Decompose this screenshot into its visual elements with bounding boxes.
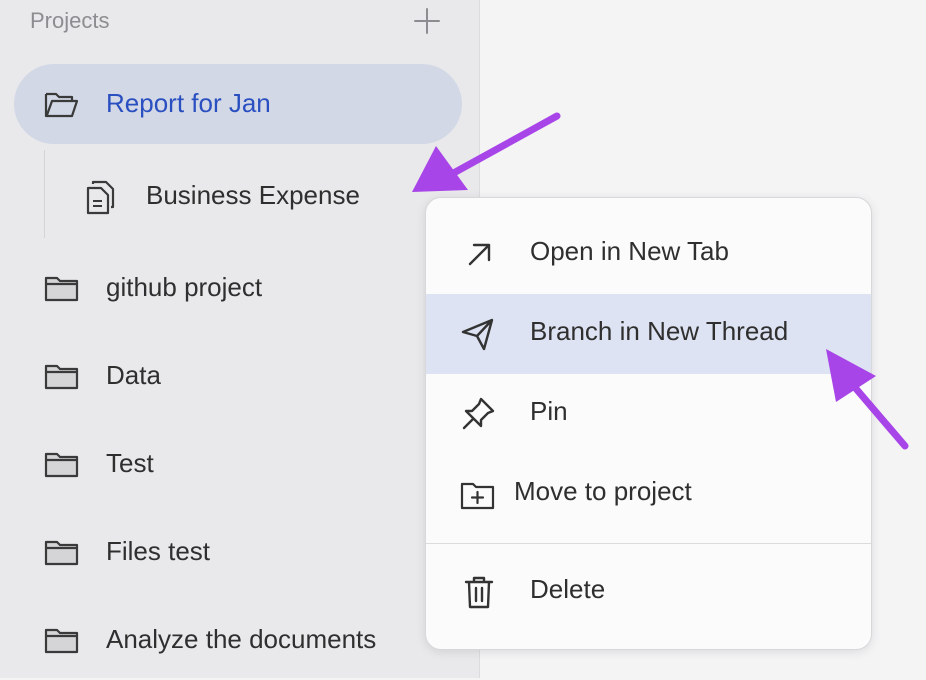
menu-item-label: Open in New Tab xyxy=(530,236,729,266)
pin-icon xyxy=(462,397,495,430)
context-menu: Open in New Tab Branch in New Thread Pin… xyxy=(425,197,872,650)
project-label: Test xyxy=(106,448,154,478)
project-label: Files test xyxy=(106,536,211,566)
project-item-github-project[interactable]: github project xyxy=(14,248,462,328)
projects-section-header: Projects xyxy=(30,6,442,36)
project-item-data[interactable]: Data xyxy=(14,336,462,416)
plus-icon xyxy=(414,8,440,34)
project-item-test[interactable]: Test xyxy=(14,424,462,504)
folder-icon xyxy=(44,364,79,390)
projects-section-title: Projects xyxy=(30,8,110,33)
project-label: github project xyxy=(106,272,263,302)
menu-item-delete[interactable]: Delete xyxy=(426,552,871,632)
thread-tree-line xyxy=(44,150,45,238)
arrow-up-right-icon xyxy=(468,243,491,266)
menu-item-pin[interactable]: Pin xyxy=(426,374,871,454)
menu-divider xyxy=(426,543,871,544)
document-icon xyxy=(86,180,115,215)
project-item-report-for-jan[interactable]: Report for Jan xyxy=(14,64,462,144)
folder-open-icon xyxy=(44,92,79,118)
menu-item-move-to-project[interactable]: Move to project xyxy=(426,454,871,534)
project-item-files-test[interactable]: Files test xyxy=(14,512,462,592)
project-label: Analyze the documents xyxy=(106,624,377,654)
thread-label: Business Expense xyxy=(146,180,360,210)
menu-item-label: Branch in New Thread xyxy=(530,316,789,346)
menu-item-label: Delete xyxy=(530,574,606,604)
folder-plus-icon xyxy=(460,482,495,510)
menu-item-open-in-new-tab[interactable]: Open in New Tab xyxy=(426,214,871,294)
thread-item-business-expense[interactable]: Business Expense xyxy=(60,160,440,232)
folder-icon xyxy=(44,452,79,478)
menu-item-branch-in-new-thread[interactable]: Branch in New Thread xyxy=(426,294,871,374)
project-label: Data xyxy=(106,360,161,390)
project-label: Report for Jan xyxy=(106,88,271,118)
menu-item-label: Move to project xyxy=(514,476,692,506)
project-item-analyze-the-documents[interactable]: Analyze the documents xyxy=(14,600,462,680)
add-project-button[interactable] xyxy=(412,6,442,36)
folder-icon xyxy=(44,276,79,302)
menu-item-label: Pin xyxy=(530,396,568,426)
folder-icon xyxy=(44,540,79,566)
sidebar: Projects Report for Jan Business Expense… xyxy=(0,0,480,678)
folder-icon xyxy=(44,628,79,654)
send-icon xyxy=(461,318,494,351)
trash-icon xyxy=(464,576,494,609)
